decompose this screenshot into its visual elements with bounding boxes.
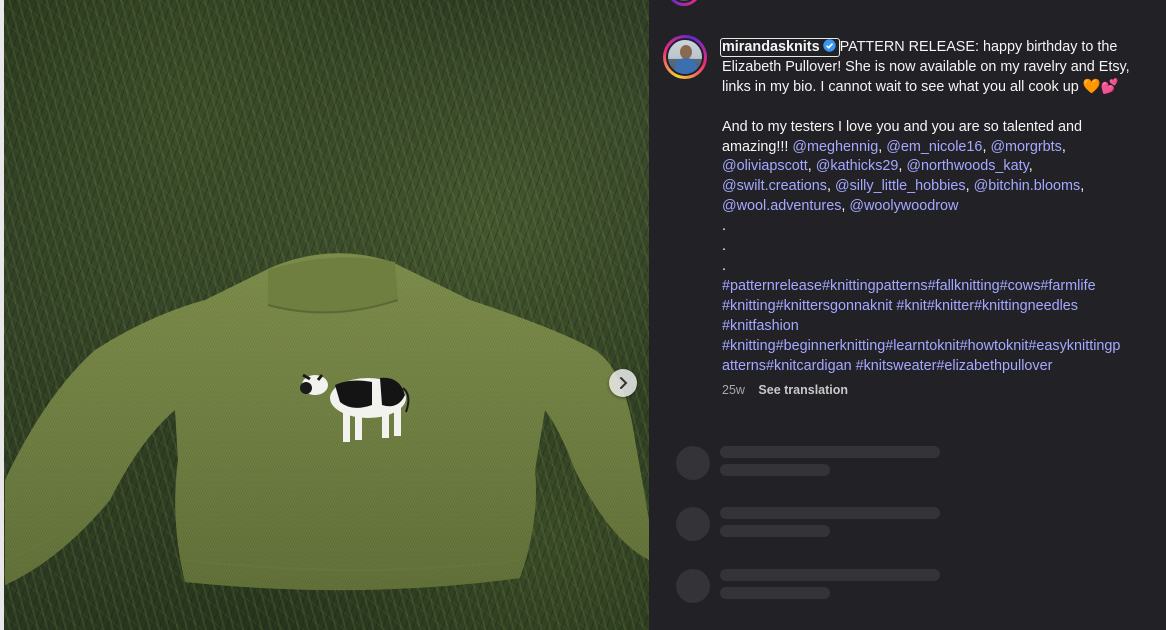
hashtags-line[interactable]: #knitting#beginnerknitting#learntoknit#h… xyxy=(722,338,1120,354)
mention-link[interactable]: @swilt.creations xyxy=(722,178,827,194)
mention-link[interactable]: @northwoods_katy xyxy=(906,158,1028,174)
hashtags-line[interactable]: atterns#knitcardigan #knitsweater#elizab… xyxy=(722,358,1052,374)
mention-link[interactable]: @em_nicole16 xyxy=(886,139,982,155)
hashtags-line[interactable]: #patternrelease#knittingpatterns#fallkni… xyxy=(722,278,1096,294)
hashtags-line[interactable]: #knitting#knittersgonnaknit #knit#knitte… xyxy=(722,298,1078,314)
sweater-neck xyxy=(268,257,398,313)
next-image-button[interactable] xyxy=(609,369,637,397)
hashtags-line[interactable]: #knitfashion xyxy=(722,318,799,334)
caption-line: links in my bio. I cannot wait to see wh… xyxy=(722,78,1079,95)
verified-badge-icon xyxy=(822,39,836,52)
see-translation-button[interactable]: See translation xyxy=(758,383,848,397)
heart-emoji: 🧡💕 xyxy=(1082,78,1119,95)
post-caption: mirandasknits PATTERN RELEASE: happy birt… xyxy=(720,38,1130,374)
mention-link[interactable]: @silly_little_hobbies xyxy=(835,178,966,194)
post-meta: 25w See translation xyxy=(722,383,848,397)
dot-line: . xyxy=(722,218,726,235)
mention-link[interactable]: @wool.adventures xyxy=(722,198,841,214)
author-avatar[interactable] xyxy=(663,35,707,79)
mention-link[interactable]: @meghennig xyxy=(792,139,878,155)
mention-link[interactable]: @bitchin.blooms xyxy=(974,178,1081,194)
dot-line: . xyxy=(722,257,726,274)
chevron-right-icon xyxy=(620,377,628,389)
post-image xyxy=(0,0,649,630)
caption-line: Elizabeth Pullover! She is now available… xyxy=(722,58,1130,75)
dot-line: . xyxy=(722,238,726,255)
caption-line: PATTERN RELEASE: happy birthday to the xyxy=(839,39,1118,55)
caption-line: amazing!!! xyxy=(722,138,789,155)
post-age: 25w xyxy=(722,383,745,397)
mention-link[interactable]: @woolywoodrow xyxy=(849,198,958,214)
image-edge xyxy=(0,0,4,630)
username-link[interactable]: mirandasknits xyxy=(720,38,840,57)
mention-link[interactable]: @morgrbts xyxy=(990,139,1061,155)
mention-link[interactable]: @oliviapscott xyxy=(722,158,808,174)
mention-link[interactable]: @kathicks29 xyxy=(816,158,899,174)
caption-line: And to my testers I love you and you are… xyxy=(722,118,1082,135)
sweater-image xyxy=(4,253,649,591)
